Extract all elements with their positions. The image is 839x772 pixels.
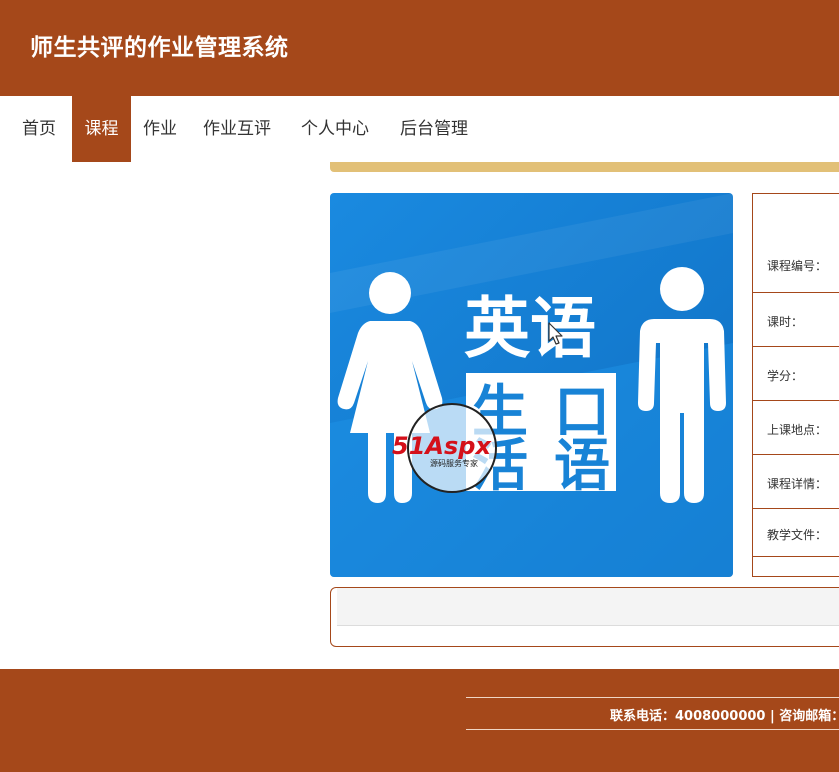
footer-divider-bottom (466, 729, 839, 730)
course-image: 英语 生 口 活 语 (330, 193, 733, 577)
watermark-logo: 51Aspx 源码服务专家 (388, 402, 518, 494)
comment-panel (330, 587, 839, 647)
detail-row-hours: 课时： (753, 293, 839, 347)
nav-item-peer-review[interactable]: 作业互评 (192, 96, 282, 162)
accent-bar (330, 162, 839, 172)
footer: 联系电话：4008000000 | 咨询邮箱： (0, 669, 839, 772)
footer-contact: 联系电话：4008000000 | 咨询邮箱： (610, 709, 839, 724)
detail-row-credits: 学分： (753, 347, 839, 401)
details-label: 课程详情： (767, 477, 828, 491)
detail-row-details: 课程详情： (753, 455, 839, 509)
comment-panel-header (337, 588, 839, 626)
location-label: 上课地点： (767, 423, 828, 437)
detail-row-files: 教学文件： (753, 509, 839, 557)
footer-divider-top (466, 697, 839, 698)
nav-item-admin[interactable]: 后台管理 (389, 96, 479, 162)
detail-row-course-id: 课程编号： (753, 194, 839, 293)
header: 师生共评的作业管理系统 (0, 0, 839, 96)
detail-row-location: 上课地点： (753, 401, 839, 455)
svg-text:语: 语 (554, 434, 610, 499)
nav-item-personal-center[interactable]: 个人中心 (290, 96, 380, 162)
svg-text:源码服务专家: 源码服务专家 (430, 458, 478, 468)
nav-item-courses[interactable]: 课程 (72, 96, 131, 162)
credits-label: 学分： (767, 369, 804, 383)
hours-label: 课时： (767, 315, 804, 329)
image-title-line1: 英语 (464, 290, 596, 367)
teaching-files-label: 教学文件： (767, 528, 828, 542)
main-nav: 首页 课程 作业 作业互评 个人中心 后台管理 (0, 96, 839, 162)
course-detail-table: 课程编号： 课时： 学分： 上课地点： 课程详情： 教学文件： (752, 193, 839, 577)
course-id-label: 课程编号： (767, 259, 828, 273)
nav-item-home[interactable]: 首页 (10, 96, 68, 162)
site-title: 师生共评的作业管理系统 (30, 35, 289, 61)
mouse-cursor-icon (548, 322, 564, 346)
svg-text:51Aspx: 51Aspx (392, 432, 492, 460)
nav-item-homework[interactable]: 作业 (135, 96, 185, 162)
